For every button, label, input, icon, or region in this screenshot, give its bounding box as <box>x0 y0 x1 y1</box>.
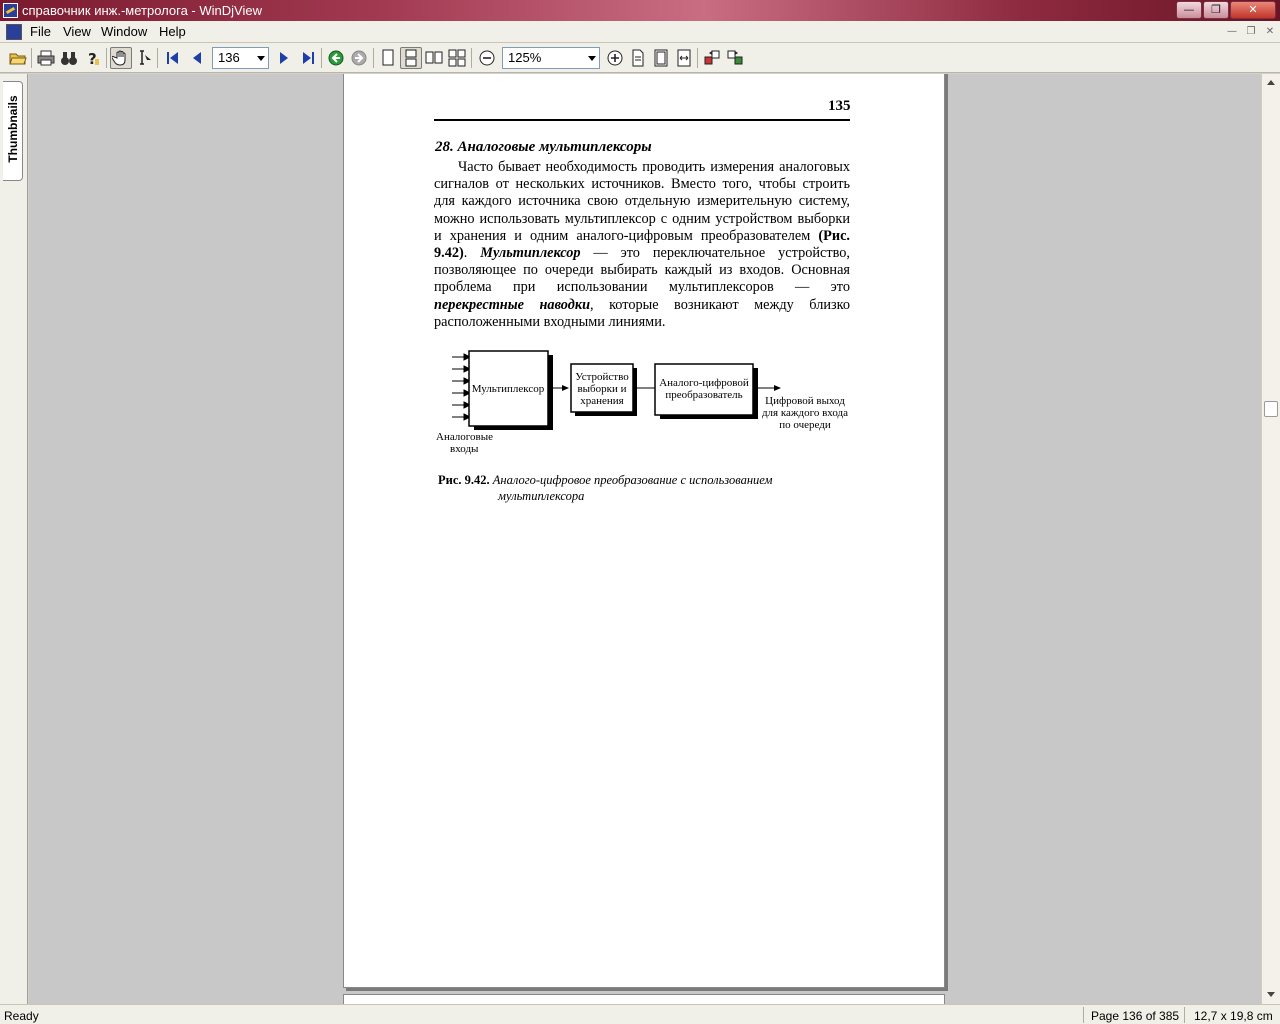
menu-view[interactable]: View <box>63 24 91 39</box>
output-label-1: Цифровой выход <box>765 395 845 407</box>
header-rule <box>434 119 850 121</box>
zoom-combo[interactable]: 125% <box>502 47 600 69</box>
adc-label-2: преобразователь <box>665 389 742 401</box>
single-page-icon[interactable] <box>377 47 399 69</box>
forward-icon[interactable] <box>348 47 370 69</box>
app-icon <box>3 3 18 18</box>
page-number-value: 136 <box>218 50 240 65</box>
scrollbar-thumb[interactable] <box>1264 401 1278 417</box>
sample-hold-label-1: Устройство <box>575 371 629 383</box>
mdi-minimize-icon[interactable]: — <box>1224 25 1240 39</box>
menu-help[interactable]: Help <box>159 24 186 39</box>
page-number-header: 135 <box>828 98 851 114</box>
title-bar: справочник инж.-метролога - WinDjView — … <box>0 0 1280 21</box>
thumbnails-tab[interactable]: Thumbnails <box>3 81 23 181</box>
sample-hold-label-3: хранения <box>580 395 623 407</box>
vertical-scrollbar[interactable] <box>1261 74 1280 1004</box>
back-icon[interactable] <box>325 47 347 69</box>
window-title: справочник инж.-метролога - WinDjView <box>22 3 262 18</box>
paragraph-text: Часто бывает необходимость проводить изм… <box>434 159 850 244</box>
input-arrows <box>452 353 472 421</box>
print-icon[interactable] <box>35 47 57 69</box>
caption-label: Рис. 9.42. <box>438 473 490 487</box>
hand-tool-icon[interactable] <box>110 47 132 69</box>
inputs-label-1: Аналоговые <box>436 431 493 443</box>
section-heading: 28. Аналоговые мультиплексоры <box>435 139 652 155</box>
actual-size-icon[interactable] <box>627 47 649 69</box>
zoom-value: 125% <box>508 50 542 65</box>
status-page-size: 12,7 x 19,8 cm <box>1194 1009 1273 1023</box>
rotate-left-icon[interactable] <box>701 47 723 69</box>
menu-file[interactable]: File <box>30 24 51 39</box>
chevron-down-icon <box>588 56 596 61</box>
help-icon[interactable]: ? <box>82 47 104 69</box>
inputs-label-2: входы <box>450 443 479 455</box>
last-page-icon[interactable] <box>297 47 319 69</box>
restore-button[interactable]: ❐ <box>1203 1 1229 19</box>
figure-diagram: Мультиплексор Устройство выборки и хране… <box>436 350 848 455</box>
body-paragraph: Часто бывает необходимость проводить изм… <box>434 159 850 331</box>
close-button[interactable]: ✕ <box>1230 1 1276 19</box>
scroll-down-icon[interactable] <box>1267 992 1275 997</box>
rotate-right-icon[interactable] <box>724 47 746 69</box>
open-folder-icon[interactable] <box>7 47 29 69</box>
chevron-down-icon <box>257 56 265 61</box>
status-ready: Ready <box>4 1009 39 1023</box>
caption-text-2: мультиплексора <box>498 489 585 503</box>
output-label-2: для каждого входа <box>762 407 848 419</box>
fit-page-icon[interactable] <box>650 47 672 69</box>
facing-pages-icon[interactable] <box>423 47 445 69</box>
thumbnails-tab-label: Thumbnails <box>6 95 20 163</box>
mdi-restore-icon[interactable]: ❐ <box>1243 25 1259 39</box>
find-binoculars-icon[interactable] <box>58 47 80 69</box>
page-number-combo[interactable]: 136 <box>212 47 269 69</box>
output-label-3: по очереди <box>779 419 831 431</box>
toolbar: ? <box>0 43 1280 73</box>
document-icon[interactable] <box>6 24 22 40</box>
status-page-info: Page 136 of 385 <box>1091 1009 1180 1023</box>
zoom-in-icon[interactable] <box>604 47 626 69</box>
next-document-page <box>343 994 945 1004</box>
menu-window[interactable]: Window <box>101 24 147 39</box>
status-bar: Ready Page 136 of 385 12,7 x 19,8 cm <box>0 1004 1280 1024</box>
adc-label-1: Аналого-цифровой <box>659 377 749 389</box>
select-text-icon[interactable] <box>133 47 155 69</box>
menu-bar: File View Window Help — ❐ ✕ <box>0 21 1280 43</box>
multiplexer-label: Мультиплексор <box>472 383 545 395</box>
sample-hold-label-2: выборки и <box>577 383 626 395</box>
scroll-up-icon[interactable] <box>1267 80 1275 85</box>
first-page-icon[interactable] <box>162 47 184 69</box>
term-crosstalk: перекрестные наводки <box>434 296 591 313</box>
fit-width-icon[interactable] <box>673 47 695 69</box>
zoom-out-icon[interactable] <box>476 47 498 69</box>
figure-caption: Рис. 9.42. Аналого-цифровое преобразован… <box>438 472 838 504</box>
next-page-icon[interactable] <box>273 47 295 69</box>
term-multiplexer: Мультиплексор <box>480 245 581 262</box>
paragraph-text: . <box>463 245 481 262</box>
previous-page-icon[interactable] <box>186 47 208 69</box>
mdi-close-icon[interactable]: ✕ <box>1262 25 1278 39</box>
caption-text-1: Аналого-цифровое преобразование с исполь… <box>492 473 773 487</box>
continuous-facing-icon[interactable] <box>446 47 468 69</box>
minimize-button[interactable]: — <box>1176 1 1202 19</box>
continuous-page-icon[interactable] <box>400 47 422 69</box>
sidebar-tab-strip <box>0 74 28 1004</box>
